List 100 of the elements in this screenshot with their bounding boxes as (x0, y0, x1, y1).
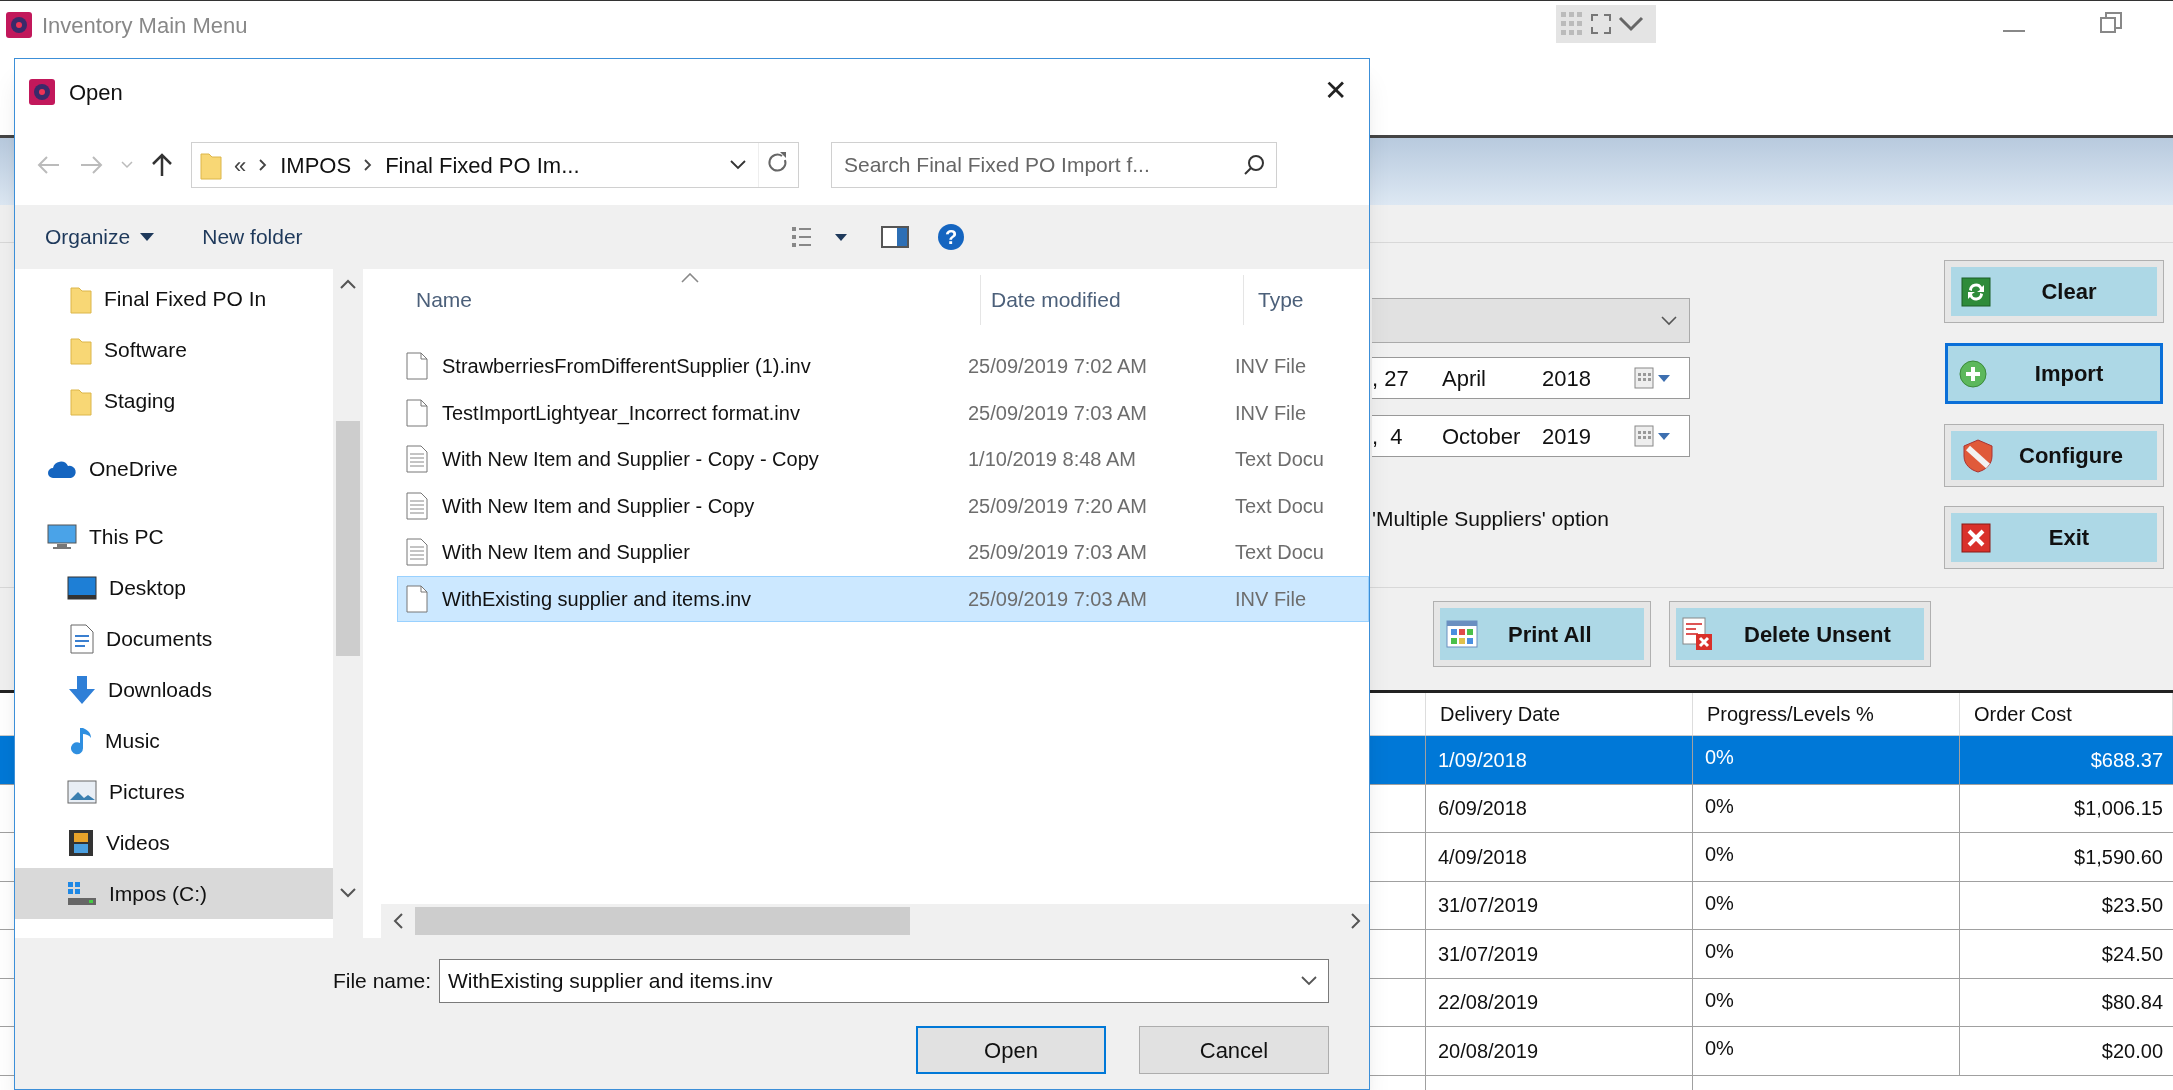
nav-item[interactable]: Music (15, 715, 333, 766)
table-cell: 0% (1693, 833, 1960, 881)
file-name: StrawberriesFromDifferentSupplier (1).inv (442, 355, 811, 378)
date-picker-field[interactable]: , 27 April 2018 (1372, 357, 1690, 399)
file-row[interactable]: TestImportLightyear_Incorrect format.inv 25/09/2019 7:03 AM INV File (397, 389, 1369, 436)
column-header[interactable]: Progress/Levels % (1693, 693, 1960, 735)
chevron-down-icon[interactable] (1661, 315, 1677, 326)
table-cell: 4/09/2018 (1426, 833, 1693, 881)
table-cell: 0% (1693, 978, 1960, 1026)
organize-menu-button[interactable]: Organize (45, 221, 155, 253)
new-folder-button[interactable]: New folder (202, 221, 303, 253)
nav-item[interactable]: Pictures (15, 766, 333, 817)
app-logo-icon (29, 79, 55, 105)
nav-item[interactable]: Staging (15, 375, 333, 426)
table-cell: 1/09/2018 (1426, 736, 1693, 784)
search-icon[interactable] (1243, 154, 1265, 176)
restore-icon[interactable] (2100, 12, 2122, 34)
column-header[interactable]: Date modified (981, 275, 1244, 325)
file-name: With New Item and Supplier (442, 541, 690, 564)
table-cell: 0% (1693, 881, 1960, 929)
file-name-field[interactable]: WithExisting supplier and items.inv (439, 959, 1329, 1003)
app-logo-icon (6, 12, 32, 38)
film-icon (68, 828, 94, 857)
side-button[interactable]: Exit (1945, 507, 2163, 568)
picture-icon (67, 779, 97, 804)
document-icon (70, 623, 94, 654)
date-day: , 27 (1372, 361, 1442, 395)
scrollbar-thumb[interactable] (415, 907, 910, 935)
music-note-icon (71, 725, 93, 756)
dialog-button[interactable]: Cancel (1139, 1026, 1329, 1074)
action-button[interactable]: Print All (1434, 602, 1650, 666)
blank-file-icon (406, 398, 428, 427)
dropdown-field[interactable] (1372, 298, 1690, 343)
scroll-left-icon[interactable] (393, 913, 403, 929)
search-field[interactable]: Search Final Fixed PO Import f... (831, 142, 1277, 188)
sort-ascending-icon (681, 273, 699, 283)
date-month: October (1442, 422, 1522, 451)
minimize-icon[interactable] (2003, 30, 2025, 34)
table-cell: 0% (1693, 930, 1960, 978)
file-name: With New Item and Supplier - Copy - Copy (442, 448, 819, 471)
file-type: Text Docu (1235, 494, 1324, 517)
scrollbar-thumb[interactable] (336, 421, 360, 656)
table-cell-text: $1,590.60 (2073, 844, 2164, 870)
drive-icon (67, 880, 97, 907)
up-arrow-icon[interactable] (151, 153, 173, 177)
file-row[interactable]: With New Item and Supplier - Copy - Copy 1/10/2019 8:48 AM Text Docu (397, 436, 1369, 483)
address-bar[interactable]: « IMPOS Final Fixed PO Im... (191, 142, 799, 188)
nav-item[interactable]: Software (15, 324, 333, 375)
document-delete-icon (1682, 617, 1714, 651)
column-header[interactable]: Name (381, 275, 981, 325)
nav-item[interactable]: Final Fixed PO In (15, 273, 333, 324)
side-button[interactable]: Import (1945, 343, 2163, 404)
nav-item[interactable]: OneDrive (15, 443, 333, 494)
file-name: With New Item and Supplier - Copy (442, 494, 755, 517)
nav-item[interactable]: Impos (C:) (15, 868, 333, 919)
scroll-down-icon[interactable] (340, 888, 356, 898)
scroll-up-icon[interactable] (340, 279, 356, 289)
nav-item[interactable]: Downloads (15, 664, 333, 715)
text-document-icon (406, 538, 428, 567)
close-icon (1961, 522, 1991, 553)
side-button[interactable]: Configure (1945, 425, 2163, 486)
nav-item[interactable]: Documents (15, 613, 333, 664)
breadcrumb-overflow[interactable]: « (234, 148, 247, 182)
file-row[interactable]: WithExisting supplier and items.inv 25/09/2019 7:03 AM INV File (397, 575, 1369, 622)
table-cell-text: $24.50 (2100, 941, 2164, 967)
table-cell: 20/08/2019 (1426, 1027, 1693, 1075)
file-type: Text Docu (1235, 541, 1324, 564)
file-row[interactable]: StrawberriesFromDifferentSupplier (1).inv 25/09/2019 7:02 AM INV File (397, 343, 1369, 390)
nav-item[interactable]: Desktop (15, 562, 333, 613)
help-mark[interactable]: ? (937, 223, 965, 251)
file-type: INV File (1235, 355, 1307, 378)
file-row[interactable]: With New Item and Supplier - Copy 25/09/2019 7:20 AM Text Docu (397, 482, 1369, 529)
chevron-down-icon[interactable] (1301, 976, 1317, 986)
dialog-button[interactable]: Open (916, 1026, 1106, 1074)
action-button[interactable]: Delete Unsent (1670, 602, 1930, 666)
date-year: 2018 (1542, 364, 1592, 393)
file-type: INV File (1235, 401, 1307, 424)
nav-item[interactable]: Videos (15, 817, 333, 868)
horizontal-scrollbar[interactable] (381, 904, 1369, 938)
close-button[interactable]: ✕ (1315, 71, 1355, 111)
table-cell: 22/08/2019 (1426, 978, 1693, 1026)
download-arrow-icon (68, 674, 96, 705)
text-document-icon (406, 491, 428, 520)
window-title: Inventory Main Menu (42, 11, 248, 40)
folder-icon (200, 150, 222, 180)
column-header[interactable]: Order Cost (1960, 693, 2173, 735)
column-header[interactable]: Delivery Date (1426, 693, 1693, 735)
table-cell-text: $23.50 (2100, 893, 2164, 919)
preview-pane-icon[interactable] (881, 226, 909, 248)
file-date: 1/10/2019 8:48 AM (968, 448, 1136, 471)
nav-item[interactable]: This PC (15, 511, 333, 562)
date-picker-field[interactable]: , 4 October 2019 (1372, 415, 1690, 457)
side-button[interactable]: Clear (1945, 261, 2163, 322)
file-row[interactable]: With New Item and Supplier 25/09/2019 7:03 AM Text Docu (397, 529, 1369, 576)
breadcrumb-item[interactable]: Final Fixed PO Im... (385, 148, 580, 182)
chevron-down-icon[interactable] (730, 160, 746, 170)
expand-icon[interactable] (1590, 13, 1612, 35)
breadcrumb-item[interactable]: IMPOS (280, 148, 352, 182)
column-header[interactable]: Type (1244, 275, 1369, 325)
scroll-right-icon[interactable] (1351, 913, 1361, 929)
